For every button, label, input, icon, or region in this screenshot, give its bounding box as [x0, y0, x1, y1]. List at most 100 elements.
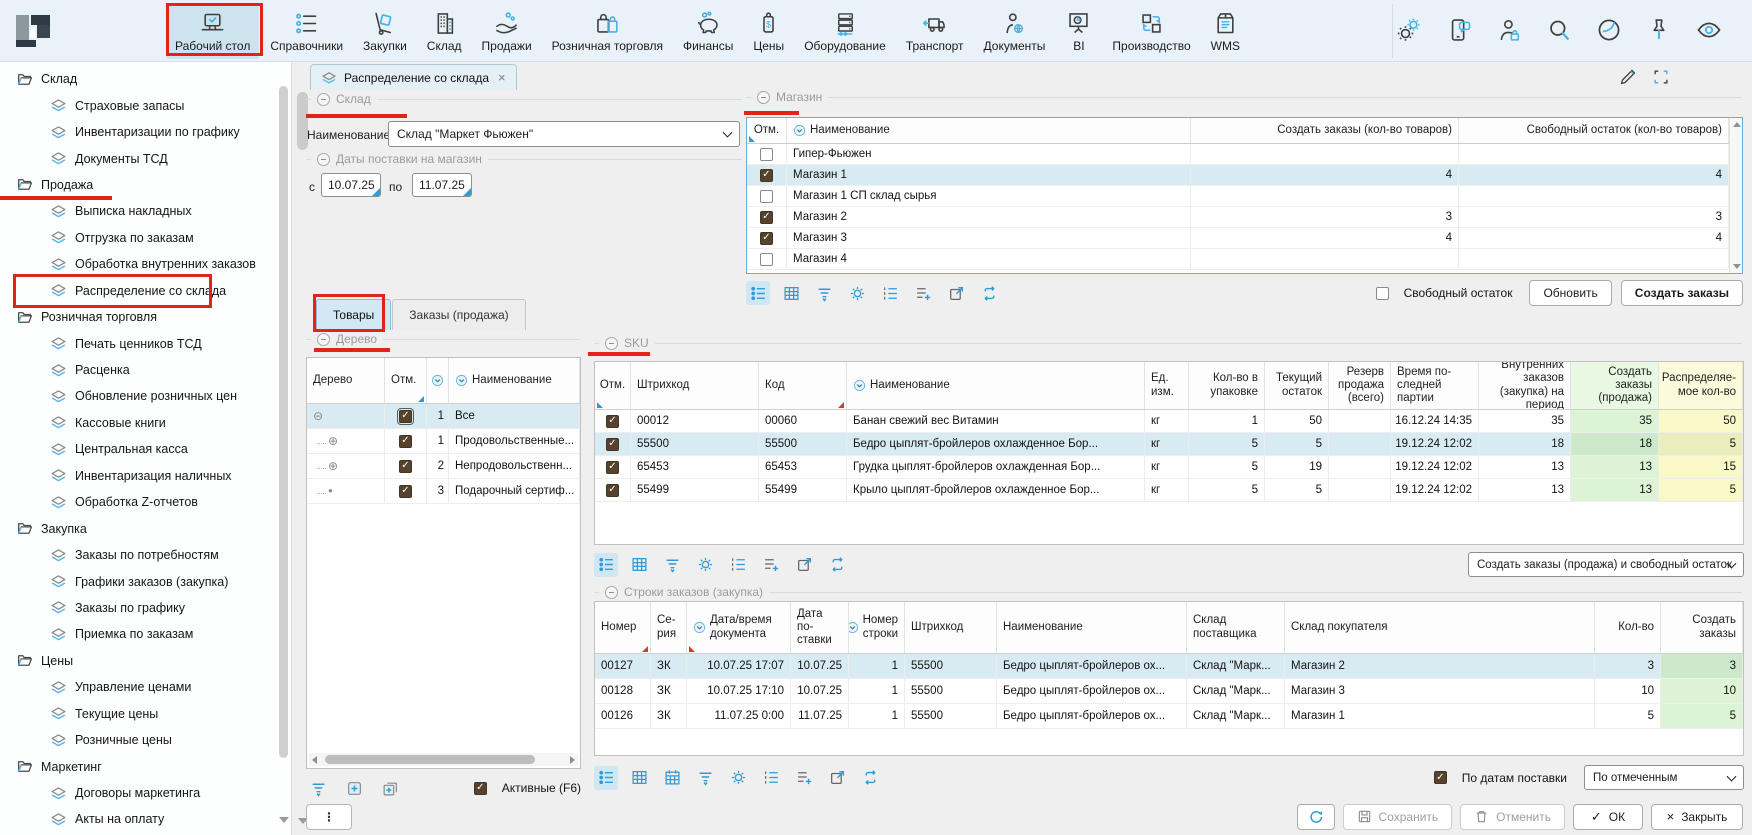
settings-icon[interactable] [1394, 15, 1424, 45]
numbered-list-button[interactable] [759, 766, 783, 790]
menu-item-documents[interactable]: Документы [975, 3, 1055, 59]
shop-row[interactable]: Магазин 2 3 3 [747, 207, 1742, 228]
scroll-down-icon[interactable] [1733, 264, 1741, 269]
tree-expander-icon[interactable]: ● [328, 487, 333, 495]
add-list-button[interactable] [792, 766, 816, 790]
sidebar-group[interactable]: Продажа [0, 172, 291, 198]
tree-row[interactable]: ● 3 Подарочный сертиф... [307, 479, 580, 504]
products-tab[interactable]: Товары [316, 299, 391, 330]
open-external-button[interactable] [792, 553, 816, 577]
tree-row[interactable]: ⊖ 1 Все [307, 404, 580, 429]
column-filter-icon[interactable] [693, 621, 706, 634]
menu-item-production[interactable]: Производство [1103, 3, 1199, 59]
order-line-row[interactable]: 00128 ЗК 10.07.25 17:10 10.07.25 1 55500… [595, 679, 1743, 704]
filter-button[interactable] [693, 766, 717, 790]
shop-row[interactable]: Гипер-Фьюжен [747, 144, 1742, 165]
row-checkbox[interactable] [760, 190, 773, 203]
open-external-button[interactable] [944, 281, 968, 305]
gear-button[interactable] [726, 766, 750, 790]
menu-item-finance[interactable]: Финансы [674, 3, 742, 59]
pin-icon[interactable] [1644, 15, 1674, 45]
menu-item-wms[interactable]: WMS [1202, 3, 1249, 59]
sidebar-item[interactable]: Печать ценников ТСД [0, 330, 291, 356]
add-list-button[interactable] [911, 281, 935, 305]
table-grid-button[interactable] [779, 281, 803, 305]
tree-expander-icon[interactable]: ⊕ [328, 435, 338, 447]
scrollbar-thumb[interactable] [325, 755, 535, 764]
free-stock-checkbox[interactable] [1376, 287, 1389, 300]
column-filter-icon[interactable] [455, 374, 468, 387]
sidebar-item[interactable]: Акты на оплату [0, 806, 291, 832]
column-filter-icon[interactable] [849, 621, 859, 634]
collapse-icon[interactable] [317, 153, 330, 166]
sidebar-item[interactable]: Распределение со склада [0, 278, 291, 304]
list-view-button[interactable] [594, 766, 618, 790]
refresh-form-button[interactable] [1297, 804, 1335, 830]
user-lock-icon[interactable] [1494, 15, 1524, 45]
ok-button[interactable]: ✓ОК [1573, 804, 1643, 830]
row-checkbox[interactable] [606, 438, 619, 451]
document-tab[interactable]: Распределение со склада × [310, 64, 517, 90]
filter-button[interactable] [306, 776, 330, 800]
sku-row[interactable]: 00012 00060 Банан свежий вес Витамин кг … [595, 410, 1743, 433]
collapse-icon[interactable] [605, 586, 618, 599]
menu-item-transport[interactable]: Транспорт [897, 3, 973, 59]
row-checkbox[interactable] [606, 415, 619, 428]
tree-expander-icon[interactable]: ⊖ [313, 410, 323, 422]
add-item-button[interactable] [342, 776, 366, 800]
add-list-button[interactable] [759, 553, 783, 577]
sku-row[interactable]: 55499 55499 Крыло цыплят-бройлеров охлаж… [595, 479, 1743, 502]
tree-horizontal-scrollbar[interactable] [309, 753, 578, 766]
column-filter-icon[interactable] [431, 374, 444, 387]
filter-button[interactable] [660, 553, 684, 577]
tree-expander-icon[interactable]: ⊕ [328, 460, 338, 472]
time-icon[interactable] [1594, 15, 1624, 45]
active-only-checkbox[interactable] [474, 782, 487, 795]
by-delivery-dates-checkbox[interactable] [1434, 771, 1447, 784]
sidebar-item[interactable]: Инвентаризации по графику [0, 119, 291, 145]
expand-icon[interactable] [1652, 68, 1670, 86]
menu-item-sales[interactable]: Продажи [473, 3, 541, 59]
row-checkbox[interactable] [760, 253, 773, 266]
row-checkbox[interactable] [399, 410, 412, 423]
menu-item-cart[interactable]: Закупки [354, 3, 416, 59]
menu-item-catalog[interactable]: Справочники [261, 3, 352, 59]
sidebar-item[interactable]: Документы ТСД [0, 145, 291, 171]
sidebar-item[interactable]: Текущие цены [0, 701, 291, 727]
list-view-button[interactable] [594, 553, 618, 577]
shop-row[interactable]: Магазин 1 СП склад сырья [747, 186, 1742, 207]
menu-item-bi[interactable]: BI [1056, 3, 1101, 59]
more-actions-button[interactable]: ⋮ [306, 804, 352, 830]
column-filter-icon[interactable] [793, 124, 806, 137]
sidebar-item[interactable]: Обработка внутренних заказов [0, 251, 291, 277]
sidebar-item[interactable]: Инвентаризация наличных [0, 463, 291, 489]
edit-pencil-icon[interactable] [1618, 67, 1638, 87]
refresh-data-button[interactable] [825, 553, 849, 577]
sidebar-group[interactable]: Маркетинг [0, 753, 291, 779]
gear-button[interactable] [693, 553, 717, 577]
gear-button[interactable] [845, 281, 869, 305]
sidebar-item[interactable]: Заказы по графику [0, 595, 291, 621]
sidebar-group[interactable]: Закупка [0, 515, 291, 541]
create-orders-button[interactable]: Создать заказы [1621, 280, 1743, 306]
sidebar-item[interactable]: Графики заказов (закупка) [0, 568, 291, 594]
row-checkbox[interactable] [399, 435, 412, 448]
scroll-right-icon[interactable] [570, 756, 575, 764]
row-checkbox[interactable] [399, 485, 412, 498]
date-from-input[interactable]: 10.07.25 [321, 173, 381, 197]
cancel-button[interactable]: Отменить [1460, 804, 1565, 830]
shop-row[interactable]: Магазин 3 4 4 [747, 228, 1742, 249]
row-checkbox[interactable] [399, 460, 412, 473]
list-view-button[interactable] [746, 281, 770, 305]
open-external-button[interactable] [825, 766, 849, 790]
sidebar-item[interactable]: Заказы по потребностям [0, 542, 291, 568]
tree-row[interactable]: ⊕ 1 Продовольственные... [307, 429, 580, 454]
order-line-row[interactable]: 00127 ЗК 10.07.25 17:07 10.07.25 1 55500… [595, 654, 1743, 679]
sidebar-item[interactable]: Выписка накладных [0, 198, 291, 224]
tree-row[interactable]: ⊕ 2 Непродовольственн... [307, 454, 580, 479]
collapse-icon[interactable] [317, 333, 330, 346]
sidebar-item[interactable]: Договоры маркетинга [0, 780, 291, 806]
calendar-grid-button[interactable] [660, 766, 684, 790]
sidebar-scrollbar-thumb[interactable] [279, 86, 288, 758]
menu-item-price-tag[interactable]: Цены [744, 3, 793, 59]
